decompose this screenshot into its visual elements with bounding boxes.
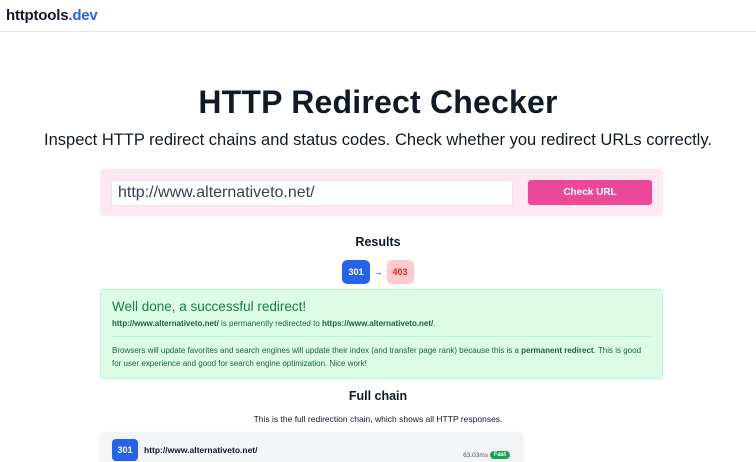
results-heading: Results	[355, 235, 401, 249]
status-badge-403: 403	[386, 260, 414, 284]
success-alert: Well done, a successful redirect! http:/…	[100, 289, 663, 379]
speed-badge: Fast	[489, 451, 510, 459]
full-chain-subtitle: This is the full redirection chain, whic…	[253, 414, 503, 424]
site-header: httptools.dev	[0, 0, 756, 32]
url-input[interactable]	[111, 179, 513, 206]
desc-part1: Browsers will update favorites and searc…	[112, 346, 522, 355]
success-title: Well done, a successful redirect!	[112, 299, 307, 314]
full-chain-heading: Full chain	[348, 389, 408, 403]
redirect-middle-text: is permanently redirected to	[218, 319, 322, 328]
status-badge-301: 301	[342, 260, 370, 284]
redirect-summary: http://www.alternativeto.net/ is permane…	[112, 319, 651, 328]
page-subtitle: Inspect HTTP redirect chains and status …	[44, 131, 712, 149]
to-url: https://www.alternativeto.net/	[322, 319, 434, 328]
search-form: Check URL	[100, 169, 663, 216]
chain-url: http://www.alternativeto.net/	[144, 445, 258, 455]
site-logo[interactable]: httptools.dev	[6, 7, 98, 24]
status-code-chain: 301 → 403	[0, 260, 756, 284]
divider	[112, 336, 651, 337]
desc-bold: permanent redirect	[521, 346, 594, 355]
arrow-right-icon: →	[373, 267, 383, 277]
redirect-end-text: .	[433, 319, 436, 328]
from-url: http://www.alternativeto.net/	[112, 319, 219, 328]
logo-tld: .dev	[68, 7, 98, 24]
response-time: 63.03ms	[463, 452, 488, 459]
chain-status-badge: 301	[112, 439, 138, 461]
logo-main: httptools	[6, 7, 69, 24]
check-url-button[interactable]: Check URL	[528, 180, 652, 205]
success-description: Browsers will update favorites and searc…	[112, 344, 651, 370]
chain-item[interactable]: 301 http://www.alternativeto.net/ 63.03m…	[100, 432, 523, 462]
page-title: HTTP Redirect Checker	[198, 84, 558, 120]
